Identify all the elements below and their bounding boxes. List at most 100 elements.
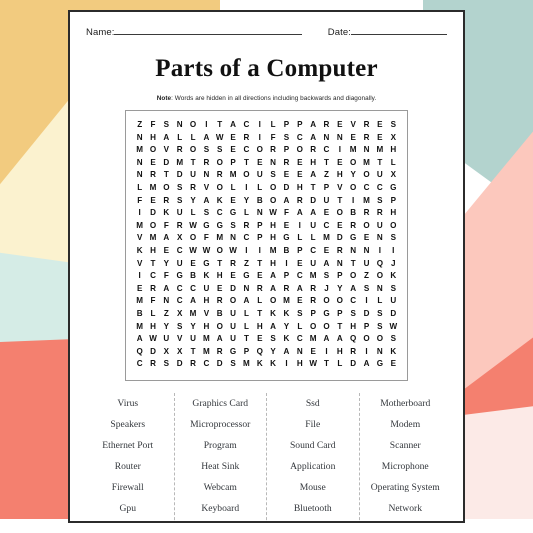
word-list-item[interactable]: Mouse: [267, 477, 359, 498]
grid-cell[interactable]: Y: [160, 258, 173, 271]
grid-cell[interactable]: B: [213, 308, 226, 321]
grid-cell[interactable]: E: [373, 132, 386, 145]
grid-cell[interactable]: I: [387, 245, 400, 258]
grid-cell[interactable]: I: [200, 119, 213, 132]
grid-cell[interactable]: E: [293, 258, 306, 271]
grid-cell[interactable]: H: [266, 232, 279, 245]
word-list-item[interactable]: Motherboard: [360, 393, 452, 414]
grid-cell[interactable]: G: [347, 232, 360, 245]
grid-cell[interactable]: H: [266, 258, 279, 271]
grid-cell[interactable]: L: [240, 207, 253, 220]
grid-cell[interactable]: A: [306, 207, 319, 220]
grid-cell[interactable]: M: [240, 358, 253, 371]
grid-cell[interactable]: Z: [360, 270, 373, 283]
grid-cell[interactable]: B: [133, 308, 146, 321]
grid-cell[interactable]: L: [373, 295, 386, 308]
grid-cell[interactable]: E: [226, 270, 239, 283]
grid-cell[interactable]: M: [133, 220, 146, 233]
grid-cell[interactable]: Y: [160, 321, 173, 334]
grid-cell[interactable]: C: [360, 182, 373, 195]
grid-cell[interactable]: L: [293, 232, 306, 245]
word-list-item[interactable]: Speakers: [82, 414, 174, 435]
grid-cell[interactable]: V: [200, 182, 213, 195]
word-list-item[interactable]: Operating System: [360, 477, 452, 498]
grid-cell[interactable]: A: [293, 207, 306, 220]
grid-cell[interactable]: P: [253, 232, 266, 245]
grid-cell[interactable]: I: [347, 195, 360, 208]
grid-cell[interactable]: N: [253, 207, 266, 220]
grid-cell[interactable]: E: [253, 333, 266, 346]
grid-cell[interactable]: U: [186, 333, 199, 346]
grid-cell[interactable]: D: [173, 358, 186, 371]
grid-cell[interactable]: P: [280, 270, 293, 283]
grid-cell[interactable]: Y: [280, 321, 293, 334]
word-list-item[interactable]: Program: [175, 435, 267, 456]
grid-cell[interactable]: E: [226, 144, 239, 157]
grid-cell[interactable]: K: [200, 270, 213, 283]
grid-cell[interactable]: O: [266, 195, 279, 208]
grid-cell[interactable]: B: [347, 207, 360, 220]
grid-cell[interactable]: N: [240, 283, 253, 296]
grid-cell[interactable]: O: [320, 295, 333, 308]
grid-cell[interactable]: N: [373, 346, 386, 359]
name-input-line[interactable]: [114, 25, 303, 35]
grid-cell[interactable]: R: [360, 207, 373, 220]
grid-cell[interactable]: M: [133, 144, 146, 157]
grid-cell[interactable]: U: [253, 169, 266, 182]
grid-cell[interactable]: R: [373, 207, 386, 220]
grid-cell[interactable]: U: [200, 283, 213, 296]
grid-cell[interactable]: R: [213, 295, 226, 308]
grid-cell[interactable]: R: [200, 157, 213, 170]
grid-cell[interactable]: S: [387, 119, 400, 132]
grid-cell[interactable]: E: [146, 195, 159, 208]
grid-cell[interactable]: C: [320, 144, 333, 157]
grid-cell[interactable]: Y: [186, 195, 199, 208]
grid-cell[interactable]: I: [320, 346, 333, 359]
grid-cell[interactable]: W: [146, 333, 159, 346]
grid-cell[interactable]: F: [146, 295, 159, 308]
grid-cell[interactable]: D: [280, 182, 293, 195]
grid-cell[interactable]: L: [293, 321, 306, 334]
word-list-item[interactable]: Sound Card: [267, 435, 359, 456]
grid-cell[interactable]: R: [213, 169, 226, 182]
grid-cell[interactable]: E: [333, 220, 346, 233]
grid-cell[interactable]: Y: [240, 195, 253, 208]
word-list-item[interactable]: Virus: [82, 393, 174, 414]
grid-cell[interactable]: A: [293, 283, 306, 296]
grid-cell[interactable]: G: [280, 232, 293, 245]
grid-cell[interactable]: T: [333, 195, 346, 208]
grid-cell[interactable]: X: [173, 232, 186, 245]
grid-cell[interactable]: J: [320, 283, 333, 296]
grid-cell[interactable]: Z: [240, 258, 253, 271]
grid-cell[interactable]: D: [360, 308, 373, 321]
grid-cell[interactable]: M: [133, 321, 146, 334]
grid-cell[interactable]: N: [133, 157, 146, 170]
grid-cell[interactable]: I: [240, 245, 253, 258]
word-search-grid[interactable]: ZFSNOITACILPPAREVRESNHALLAWERIFSCANNEREX…: [133, 119, 400, 371]
word-list-item[interactable]: Server: [175, 519, 267, 521]
grid-cell[interactable]: C: [373, 182, 386, 195]
grid-cell[interactable]: G: [173, 270, 186, 283]
grid-cell[interactable]: N: [373, 283, 386, 296]
grid-cell[interactable]: F: [133, 195, 146, 208]
grid-cell[interactable]: Y: [186, 321, 199, 334]
grid-cell[interactable]: M: [200, 333, 213, 346]
grid-cell[interactable]: X: [387, 132, 400, 145]
grid-cell[interactable]: R: [320, 119, 333, 132]
grid-cell[interactable]: Z: [133, 119, 146, 132]
grid-cell[interactable]: U: [306, 220, 319, 233]
grid-cell[interactable]: E: [293, 295, 306, 308]
grid-cell[interactable]: O: [213, 157, 226, 170]
grid-cell[interactable]: L: [253, 182, 266, 195]
grid-cell[interactable]: S: [373, 308, 386, 321]
grid-cell[interactable]: O: [373, 333, 386, 346]
grid-cell[interactable]: U: [360, 258, 373, 271]
grid-cell[interactable]: O: [186, 232, 199, 245]
grid-cell[interactable]: I: [360, 346, 373, 359]
grid-cell[interactable]: V: [347, 119, 360, 132]
grid-cell[interactable]: E: [387, 358, 400, 371]
grid-cell[interactable]: M: [266, 245, 279, 258]
grid-cell[interactable]: M: [213, 232, 226, 245]
grid-cell[interactable]: T: [213, 119, 226, 132]
grid-cell[interactable]: O: [347, 157, 360, 170]
